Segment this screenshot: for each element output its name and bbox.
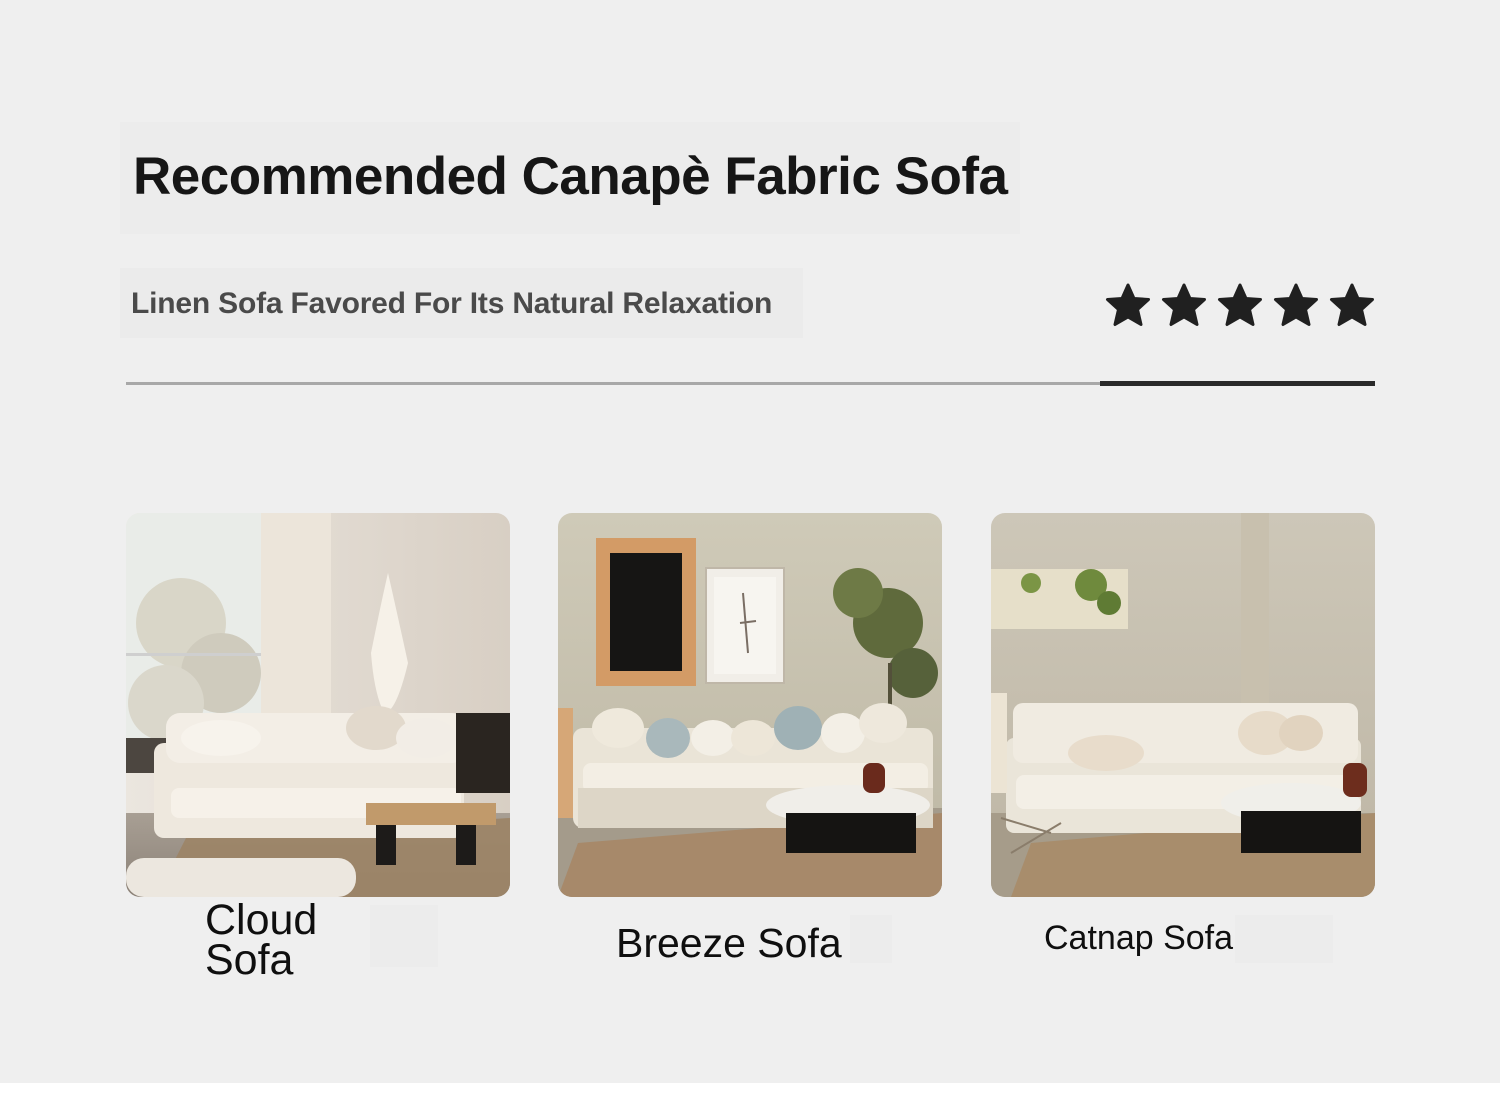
star-icon bbox=[1218, 283, 1262, 326]
section-title: Recommended Canapè Fabric Sofa bbox=[133, 147, 1008, 206]
section-subtitle: Linen Sofa Favored For Its Natural Relax… bbox=[131, 287, 773, 320]
star-icon bbox=[1162, 283, 1206, 326]
star-icon bbox=[1106, 283, 1150, 326]
star-rating bbox=[1104, 282, 1376, 330]
carousel-progress-indicator[interactable] bbox=[1100, 381, 1375, 386]
star-icon bbox=[1330, 283, 1374, 326]
recommendation-section: Recommended Canapè Fabric Sofa Linen Sof… bbox=[0, 0, 1500, 1083]
product-image-cloud-sofa[interactable] bbox=[126, 513, 510, 897]
product-name-catnap-sofa[interactable]: Catnap Sofa bbox=[1044, 919, 1233, 958]
product-name-cloud-sofa[interactable]: Cloud Sofa bbox=[205, 899, 385, 982]
label-background bbox=[850, 915, 892, 963]
product-image-breeze-sofa[interactable] bbox=[558, 513, 942, 897]
star-icon bbox=[1274, 283, 1318, 326]
label-background bbox=[1235, 915, 1333, 963]
product-name-breeze-sofa[interactable]: Breeze Sofa bbox=[616, 920, 842, 967]
product-image-catnap-sofa[interactable] bbox=[991, 513, 1375, 897]
